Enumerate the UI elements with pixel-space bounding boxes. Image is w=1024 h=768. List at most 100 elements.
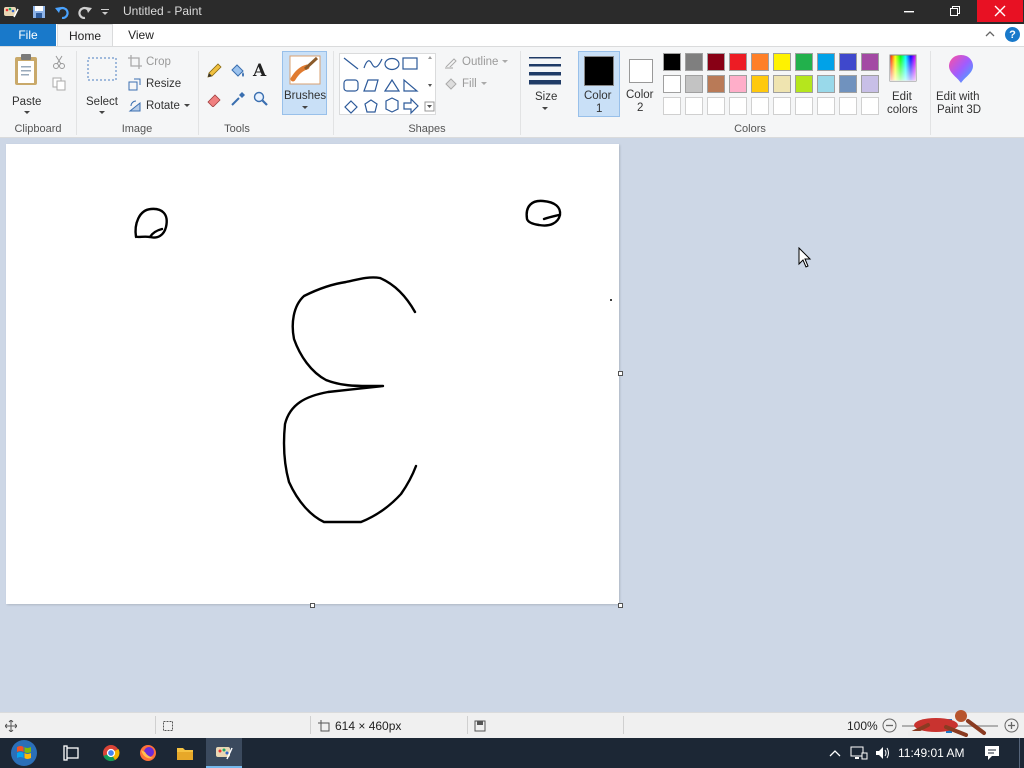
- speaker-icon: [876, 747, 889, 759]
- palette-swatch[interactable]: [817, 53, 835, 71]
- custom-color-slot[interactable]: [795, 97, 813, 115]
- crop-button[interactable]: Crop: [128, 55, 171, 69]
- paint-app-icon[interactable]: [2, 3, 20, 21]
- custom-color-slot[interactable]: [663, 97, 681, 115]
- network-button[interactable]: [848, 738, 870, 768]
- undo-icon[interactable]: [53, 3, 71, 21]
- eraser-icon[interactable]: [206, 91, 222, 110]
- custom-color-slot[interactable]: [839, 97, 857, 115]
- palette-swatch[interactable]: [861, 53, 879, 71]
- customize-quick-access-icon[interactable]: [96, 3, 114, 21]
- palette-swatch[interactable]: [795, 75, 813, 93]
- network-icon: [850, 746, 868, 760]
- paint3d-label-1: Edit with: [936, 91, 980, 103]
- close-button[interactable]: [977, 0, 1023, 22]
- zoom-out-button[interactable]: [882, 713, 897, 738]
- fill-icon: [445, 78, 457, 90]
- select-label: Select: [86, 96, 118, 108]
- shapes-gallery[interactable]: [339, 53, 436, 115]
- taskbar-clock[interactable]: 11:49:01 AM: [898, 738, 965, 768]
- fill-button[interactable]: Fill: [444, 77, 487, 91]
- custom-color-slot[interactable]: [817, 97, 835, 115]
- help-icon[interactable]: ?: [1005, 27, 1020, 42]
- size-label: Size: [535, 91, 558, 103]
- taskbar-file-explorer[interactable]: [170, 738, 200, 768]
- taskbar-paint[interactable]: [206, 738, 242, 768]
- edit-colors-button[interactable]: Edit colors: [884, 53, 924, 117]
- custom-color-slot[interactable]: [861, 97, 879, 115]
- custom-color-slot[interactable]: [751, 97, 769, 115]
- color-spectrum-icon: [889, 54, 917, 82]
- resize-button[interactable]: Resize: [128, 77, 181, 91]
- task-view-button[interactable]: [58, 738, 86, 768]
- zoom-in-button[interactable]: [1004, 713, 1019, 738]
- taskbar-chrome[interactable]: [96, 738, 126, 768]
- brushes-button[interactable]: Brushes: [282, 51, 327, 115]
- text-tool-icon[interactable]: A: [253, 61, 266, 81]
- volume-button[interactable]: [872, 738, 894, 768]
- tab-view[interactable]: View: [118, 24, 164, 46]
- fill-bucket-icon[interactable]: [229, 63, 245, 82]
- redo-icon[interactable]: [76, 3, 94, 21]
- palette-swatch[interactable]: [751, 53, 769, 71]
- palette-swatch[interactable]: [663, 75, 681, 93]
- palette-swatch[interactable]: [773, 53, 791, 71]
- canvas-workspace[interactable]: [0, 138, 1024, 712]
- custom-color-slot[interactable]: [729, 97, 747, 115]
- palette-swatch[interactable]: [839, 53, 857, 71]
- custom-color-slot[interactable]: [707, 97, 725, 115]
- divider: [520, 51, 521, 135]
- palette-swatch[interactable]: [861, 75, 879, 93]
- canvas-resize-handle-bottom[interactable]: [310, 603, 315, 608]
- palette-swatch[interactable]: [773, 75, 791, 93]
- outline-button[interactable]: Outline: [444, 55, 509, 69]
- palette-swatch[interactable]: [795, 53, 813, 71]
- palette-swatch[interactable]: [707, 75, 725, 93]
- tab-file[interactable]: File: [0, 24, 56, 46]
- palette-swatch[interactable]: [685, 53, 703, 71]
- tab-home[interactable]: Home: [57, 24, 113, 47]
- custom-color-slot[interactable]: [685, 97, 703, 115]
- select-button[interactable]: Select: [84, 53, 120, 117]
- palette-swatch[interactable]: [729, 75, 747, 93]
- collapse-ribbon-icon[interactable]: [984, 28, 996, 43]
- minimize-icon: [904, 11, 914, 13]
- rotate-label: Rotate: [146, 100, 180, 112]
- canvas-size-text: 614 × 460px: [335, 718, 402, 733]
- canvas-resize-handle-corner[interactable]: [618, 603, 623, 608]
- edit-colors-label-2: colors: [887, 104, 918, 116]
- copy-icon[interactable]: [52, 77, 66, 94]
- custom-color-slot[interactable]: [773, 97, 791, 115]
- drawing-canvas[interactable]: [6, 144, 619, 604]
- start-button[interactable]: [2, 738, 46, 768]
- size-button[interactable]: Size: [526, 53, 564, 115]
- palette-swatch[interactable]: [817, 75, 835, 93]
- pencil-icon[interactable]: [206, 63, 222, 82]
- minimize-button[interactable]: [886, 0, 932, 22]
- palette-swatch[interactable]: [729, 53, 747, 71]
- color-picker-icon[interactable]: [230, 91, 246, 110]
- palette-swatch[interactable]: [663, 53, 681, 71]
- palette-swatch[interactable]: [751, 75, 769, 93]
- action-center-button[interactable]: [978, 738, 1006, 768]
- cut-icon[interactable]: [52, 55, 66, 72]
- cursor-position: [5, 713, 17, 738]
- rotate-button[interactable]: Rotate: [128, 99, 190, 113]
- magnifier-icon[interactable]: [253, 91, 269, 110]
- color1-button[interactable]: Color 1: [578, 51, 620, 117]
- paste-button[interactable]: Paste: [8, 53, 46, 117]
- edit-with-paint3d-button[interactable]: Edit with Paint 3D: [934, 53, 988, 117]
- palette-swatch[interactable]: [685, 75, 703, 93]
- canvas-resize-handle-right[interactable]: [618, 371, 623, 376]
- fill-dropdown-icon: [480, 82, 487, 85]
- taskbar-firefox[interactable]: [133, 738, 163, 768]
- show-desktop-button[interactable]: [1019, 738, 1024, 768]
- restore-button[interactable]: [932, 0, 978, 22]
- palette-swatch[interactable]: [707, 53, 725, 71]
- chrome-icon: [103, 745, 120, 762]
- resize-icon: [128, 78, 141, 91]
- color2-button[interactable]: Color 2: [622, 51, 660, 117]
- show-hidden-icons-button[interactable]: [826, 738, 844, 768]
- save-icon[interactable]: [30, 3, 48, 21]
- palette-swatch[interactable]: [839, 75, 857, 93]
